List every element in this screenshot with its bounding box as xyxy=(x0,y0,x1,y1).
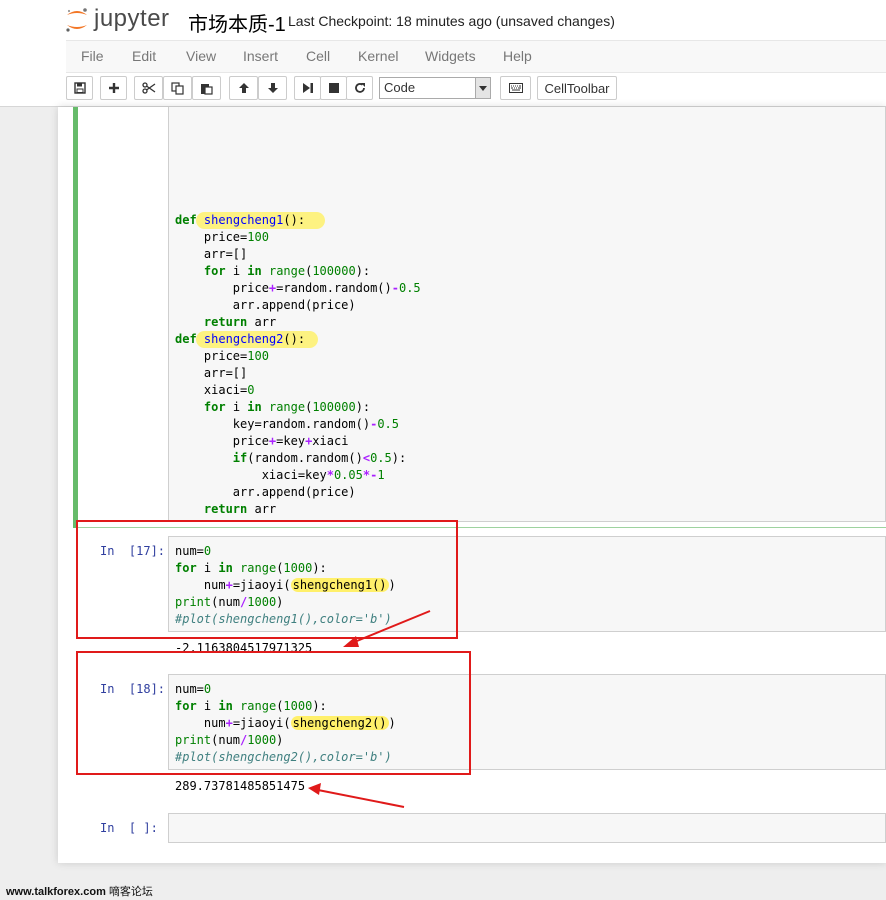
annotation-arrows xyxy=(308,610,431,808)
watermark-cn: 嘀客论坛 xyxy=(108,886,153,898)
watermark-site: www.talkforex.com xyxy=(6,886,106,898)
watermark: www.talkforex.com 嘀客论坛 xyxy=(6,883,153,899)
annotation-arrow xyxy=(343,610,431,647)
annotation-arrow xyxy=(308,783,405,808)
